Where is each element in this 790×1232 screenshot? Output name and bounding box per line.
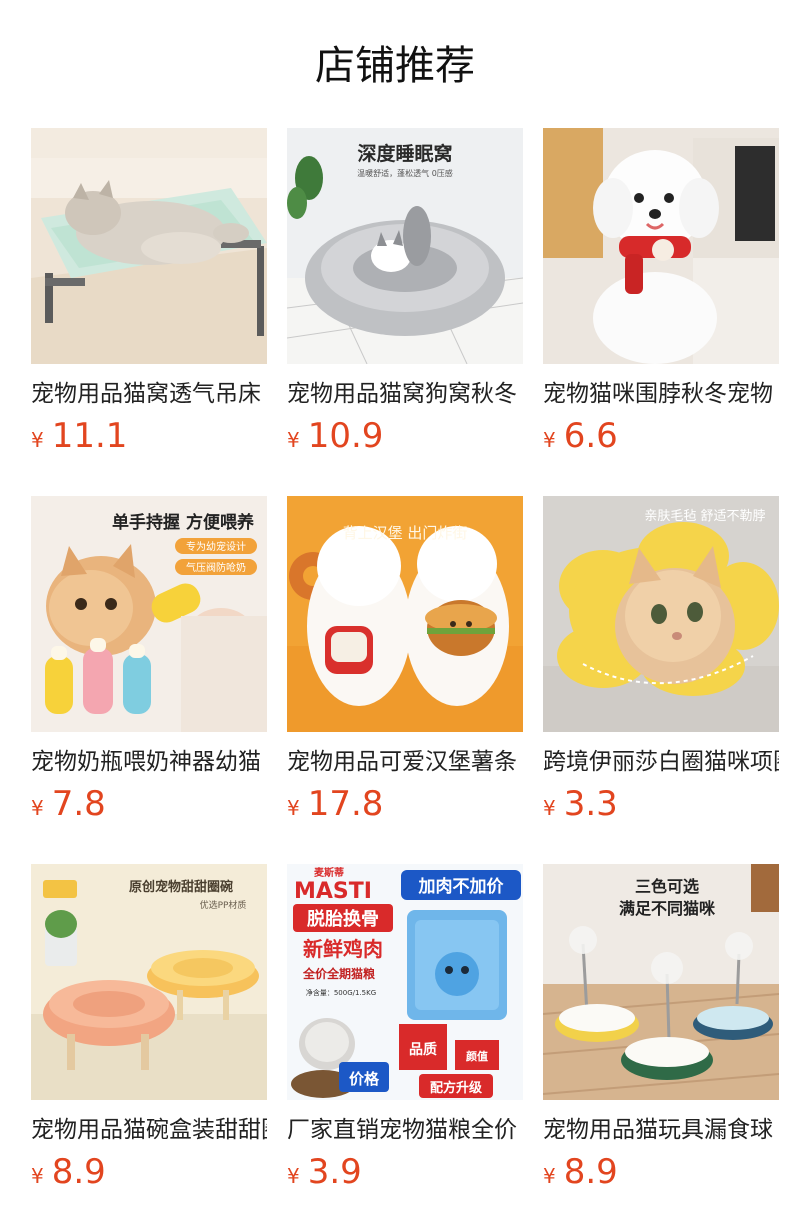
price-amount: 11.1	[51, 416, 128, 456]
cat-flower-cone-photo: 亲肤毛毡 舒适不勒脖	[543, 496, 779, 732]
currency-symbol: ¥	[543, 428, 556, 452]
dog-red-scarf-photo	[543, 128, 779, 364]
currency-symbol: ¥	[31, 1164, 44, 1188]
image-text: 颜值	[466, 1049, 488, 1063]
product-grid: 宠物用品猫窝透气吊床 ¥11.1 深度睡眠窝 温暖舒适，蓬松透气 0压感 宠物用…	[31, 128, 790, 1232]
image-text: 全价全期猫粮	[302, 966, 375, 981]
kitten-feeding-bottle-photo: 单手持握 方便喂养 专为幼宠设计 气压阀防呛奶	[31, 496, 267, 732]
product-name[interactable]: 宠物用品猫碗盒装甜甜圈	[31, 1114, 267, 1146]
currency-symbol: ¥	[287, 428, 300, 452]
image-text: 单手持握 方便喂养	[112, 512, 255, 533]
image-text: 深度睡眠窝	[357, 142, 452, 165]
product-name[interactable]: 宠物奶瓶喂奶神器幼猫	[31, 746, 267, 778]
product-image[interactable]	[543, 128, 779, 364]
product-card[interactable]: 宠物猫咪围脖秋冬宠物 ¥6.6	[543, 128, 779, 496]
currency-symbol: ¥	[543, 796, 556, 820]
image-text: MASTI	[294, 879, 372, 904]
currency-symbol: ¥	[543, 1164, 556, 1188]
product-image[interactable]: 麦斯蒂 MASTI 加肉不加价 脱胎换骨 新鲜鸡肉 全价全期猫粮 净含量：500…	[287, 864, 523, 1100]
price-amount: 8.9	[51, 1152, 106, 1192]
product-price: ¥10.9	[287, 416, 523, 456]
image-text: 原创宠物甜甜圈碗	[129, 879, 233, 895]
currency-symbol: ¥	[287, 796, 300, 820]
product-name[interactable]: 宠物用品猫玩具漏食球	[543, 1114, 779, 1146]
product-image[interactable]: 亲肤毛毡 舒适不勒脖	[543, 496, 779, 732]
product-price: ¥7.8	[31, 784, 267, 824]
price-amount: 3.9	[307, 1152, 362, 1192]
image-text: 价格	[349, 1070, 380, 1088]
image-text: 品质	[409, 1041, 437, 1058]
image-text: 三色可选	[635, 877, 699, 896]
product-price: ¥17.8	[287, 784, 523, 824]
product-name[interactable]: 宠物猫咪围脖秋冬宠物	[543, 378, 779, 410]
ceramic-pet-bowls-photo: 原创宠物甜甜圈碗 优选PP材质	[31, 864, 267, 1100]
price-amount: 6.6	[563, 416, 618, 456]
image-text: 优选PP材质	[200, 899, 247, 911]
product-price: ¥11.1	[31, 416, 267, 456]
plush-round-bed-photo: 深度睡眠窝 温暖舒适，蓬松透气 0压感	[287, 128, 523, 364]
product-name[interactable]: 厂家直销宠物猫粮全价	[287, 1114, 523, 1146]
image-text: 麦斯蒂	[314, 866, 344, 879]
product-image[interactable]: 单手持握 方便喂养 专为幼宠设计 气压阀防呛奶	[31, 496, 267, 732]
product-image[interactable]: 三色可选 满足不同猫咪	[543, 864, 779, 1100]
cat-food-bag-photo: 麦斯蒂 MASTI 加肉不加价 脱胎换骨 新鲜鸡肉 全价全期猫粮 净含量：500…	[287, 864, 523, 1100]
product-card[interactable]: 单手持握 方便喂养 专为幼宠设计 气压阀防呛奶 宠物奶瓶喂奶神器幼猫 ¥7.8	[31, 496, 267, 864]
product-card[interactable]: 三色可选 满足不同猫咪 宠物用品猫玩具漏食球 ¥8.9	[543, 864, 779, 1232]
currency-symbol: ¥	[31, 428, 44, 452]
image-text: 加肉不加价	[418, 876, 505, 897]
product-name[interactable]: 宠物用品可爱汉堡薯条	[287, 746, 523, 778]
price-amount: 8.9	[563, 1152, 618, 1192]
page-title: 店铺推荐	[315, 43, 475, 89]
image-text: 净含量：500G/1.5KG	[306, 988, 376, 997]
price-amount: 7.8	[51, 784, 106, 824]
product-card[interactable]: 原创宠物甜甜圈碗 优选PP材质 宠物用品猫碗盒装甜甜圈 ¥8.9	[31, 864, 267, 1232]
product-card[interactable]: 麦斯蒂 MASTI 加肉不加价 脱胎换骨 新鲜鸡肉 全价全期猫粮 净含量：500…	[287, 864, 523, 1232]
product-card[interactable]: 宠物用品猫窝透气吊床 ¥11.1	[31, 128, 267, 496]
dog-burger-backpack-photo: 背上汉堡 出门炸街	[287, 496, 523, 732]
product-price: ¥3.9	[287, 1152, 523, 1192]
product-name[interactable]: 宠物用品猫窝狗窝秋冬	[287, 378, 523, 410]
product-price: ¥8.9	[543, 1152, 779, 1192]
product-image[interactable]: 深度睡眠窝 温暖舒适，蓬松透气 0压感	[287, 128, 523, 364]
image-text: 专为幼宠设计	[186, 540, 246, 553]
image-text: 配方升级	[430, 1080, 483, 1096]
image-text: 满足不同猫咪	[619, 899, 716, 918]
product-image[interactable]	[31, 128, 267, 364]
image-text: 脱胎换骨	[307, 908, 379, 930]
image-text: 亲肤毛毡 舒适不勒脖	[644, 508, 765, 524]
product-price: ¥8.9	[31, 1152, 267, 1192]
product-image[interactable]: 背上汉堡 出门炸街	[287, 496, 523, 732]
image-text: 气压阀防呛奶	[186, 561, 246, 574]
cat-hammock-bed-photo	[31, 128, 267, 364]
product-card[interactable]: 背上汉堡 出门炸街 宠物用品可爱汉堡薯条 ¥17.8	[287, 496, 523, 864]
image-text: 背上汉堡 出门炸街	[343, 524, 468, 542]
price-amount: 10.9	[307, 416, 384, 456]
price-amount: 3.3	[563, 784, 618, 824]
treat-dispenser-toy-photo: 三色可选 满足不同猫咪	[543, 864, 779, 1100]
currency-symbol: ¥	[287, 1164, 300, 1188]
image-text: 温暖舒适，蓬松透气 0压感	[357, 168, 453, 178]
product-price: ¥6.6	[543, 416, 779, 456]
product-card[interactable]: 亲肤毛毡 舒适不勒脖 跨境伊丽莎白圈猫咪项圈 ¥3.3	[543, 496, 779, 864]
product-name[interactable]: 宠物用品猫窝透气吊床	[31, 378, 267, 410]
currency-symbol: ¥	[31, 796, 44, 820]
price-amount: 17.8	[307, 784, 384, 824]
product-card[interactable]: 深度睡眠窝 温暖舒适，蓬松透气 0压感 宠物用品猫窝狗窝秋冬 ¥10.9	[287, 128, 523, 496]
product-name[interactable]: 跨境伊丽莎白圈猫咪项圈	[543, 746, 779, 778]
product-image[interactable]: 原创宠物甜甜圈碗 优选PP材质	[31, 864, 267, 1100]
product-price: ¥3.3	[543, 784, 779, 824]
image-text: 新鲜鸡肉	[303, 937, 383, 961]
